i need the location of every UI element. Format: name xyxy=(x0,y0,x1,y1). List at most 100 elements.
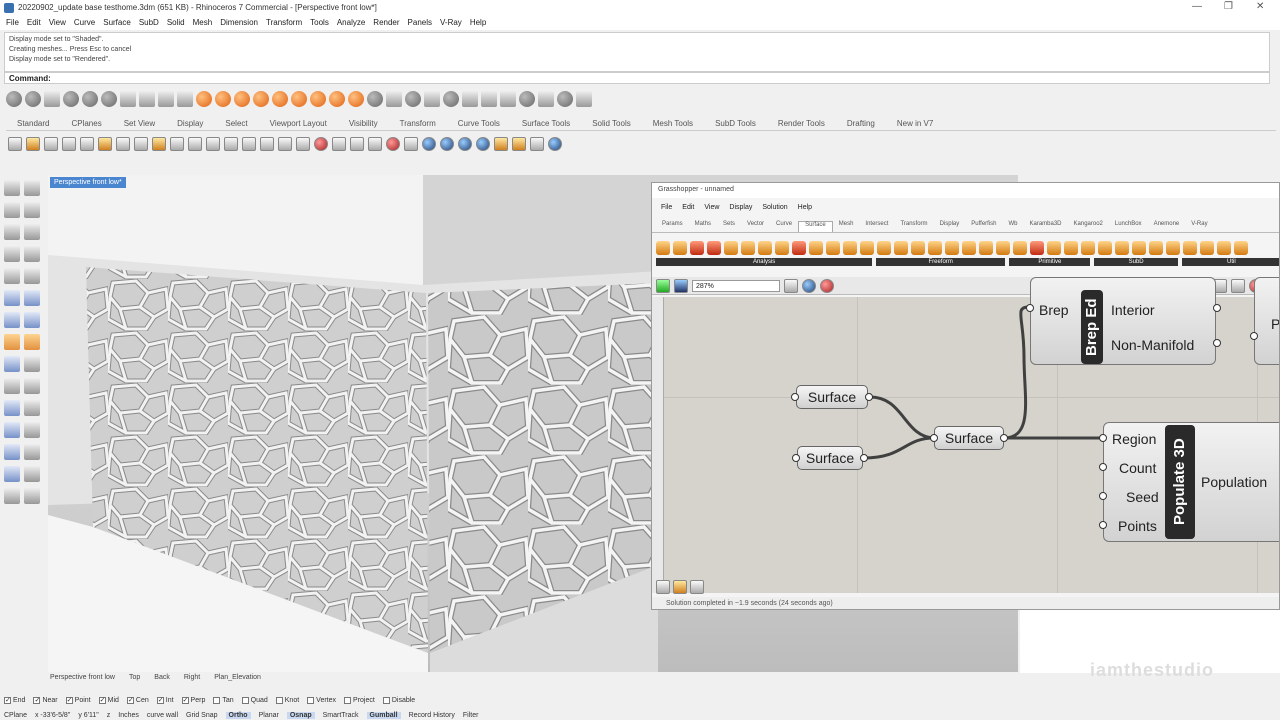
toolbar-tab[interactable]: Drafting xyxy=(836,119,886,128)
component-icon[interactable] xyxy=(945,241,959,255)
component-icon[interactable] xyxy=(656,241,670,255)
open-icon[interactable] xyxy=(656,278,670,293)
record-history-toggle[interactable]: Record History xyxy=(409,712,455,719)
redo-icon[interactable] xyxy=(188,137,202,151)
sketch-icon[interactable] xyxy=(820,278,834,293)
osnap-cen-checkbox[interactable]: ✓ Cen xyxy=(126,696,149,704)
component-icon[interactable] xyxy=(911,241,925,255)
component-icon[interactable] xyxy=(1149,241,1163,255)
fillet-icon[interactable] xyxy=(519,91,535,107)
minimize-button[interactable]: — xyxy=(1192,1,1202,12)
menu-item[interactable]: Dimension xyxy=(220,18,258,27)
maximize-button[interactable]: ❐ xyxy=(1224,1,1233,12)
sun-icon[interactable] xyxy=(329,91,345,107)
command-prompt[interactable]: Command: xyxy=(4,72,1270,84)
viewport-tab[interactable]: Right xyxy=(184,674,200,686)
shaded-display-icon[interactable] xyxy=(6,91,22,107)
osnap-int-checkbox[interactable]: ✓ Int xyxy=(156,696,174,704)
osnap-point-checkbox[interactable]: ✓ Point xyxy=(65,696,91,704)
component-icon[interactable] xyxy=(775,241,789,255)
checkbox-box[interactable] xyxy=(344,696,352,704)
toolbar-tab[interactable]: Curve Tools xyxy=(447,119,511,128)
grid-snap-toggle[interactable]: Grid Snap xyxy=(186,712,218,719)
component-icon[interactable] xyxy=(962,241,976,255)
volume-icon[interactable] xyxy=(707,241,721,255)
extrude-tool-icon[interactable] xyxy=(24,290,40,306)
array-icon[interactable] xyxy=(538,91,554,107)
component-icon[interactable] xyxy=(1030,241,1044,255)
grasshopper-canvas[interactable]: Surface Surface Surface Brep Brep Ed Int… xyxy=(664,277,1279,593)
cube-icon[interactable] xyxy=(424,91,440,107)
layer-label[interactable]: curve wall xyxy=(147,712,178,719)
osnap-quad-checkbox[interactable]: Quad xyxy=(241,696,268,704)
array-tool-icon[interactable] xyxy=(24,444,40,460)
checkbox-box[interactable]: ✓ xyxy=(4,696,11,704)
zoom-field[interactable]: 287% xyxy=(692,279,780,292)
checkbox-box[interactable] xyxy=(307,696,315,704)
paint-icon[interactable] xyxy=(404,137,418,151)
output-port[interactable] xyxy=(1000,434,1008,442)
component-icon[interactable] xyxy=(1047,241,1061,255)
camera-icon[interactable] xyxy=(367,91,383,107)
explode-icon[interactable] xyxy=(462,91,478,107)
grasshopper-tab[interactable]: Maths xyxy=(689,221,717,232)
output-port[interactable] xyxy=(1213,339,1221,347)
circle-icon[interactable] xyxy=(215,91,231,107)
viewport-title[interactable]: Perspective front low* xyxy=(50,177,126,188)
grasshopper-tab[interactable]: Pufferfish xyxy=(965,221,1002,232)
surface-tool-icon[interactable] xyxy=(4,290,20,306)
grasshopper-tab[interactable]: Surface xyxy=(798,221,833,232)
clipboard-icon[interactable] xyxy=(152,137,166,151)
toolbar-tab[interactable]: Render Tools xyxy=(767,119,836,128)
save-icon[interactable] xyxy=(674,278,688,293)
render-sphere-icon[interactable] xyxy=(458,137,472,151)
ellipse-tool-icon[interactable] xyxy=(4,246,20,262)
snap-tool-icon[interactable] xyxy=(673,580,687,594)
grasshopper-tab[interactable]: Kangaroo2 xyxy=(1068,221,1109,232)
target-icon[interactable] xyxy=(310,91,326,107)
component-icon[interactable] xyxy=(979,241,993,255)
filter-toggle[interactable]: Filter xyxy=(463,712,479,719)
component-icon[interactable] xyxy=(1081,241,1095,255)
checkbox-box[interactable] xyxy=(382,696,390,704)
print-icon[interactable] xyxy=(62,137,76,151)
toolbar-tab[interactable]: Set View xyxy=(113,119,166,128)
grasshopper-menu-item[interactable]: Help xyxy=(798,204,812,216)
grasshopper-menu-item[interactable]: Display xyxy=(729,204,752,216)
input-port[interactable] xyxy=(1250,332,1258,340)
input-port[interactable] xyxy=(791,393,799,401)
text-tool-icon[interactable] xyxy=(24,268,40,284)
grasshopper-window[interactable]: Grasshopper - unnamed File Edit View Displa… xyxy=(651,182,1280,610)
grasshopper-tab[interactable]: Display xyxy=(934,221,966,232)
osnap-toggle[interactable]: Osnap xyxy=(286,711,315,719)
mirror-tool-icon[interactable] xyxy=(4,444,20,460)
render-tool-icon[interactable] xyxy=(24,488,40,504)
osnap-end-checkbox[interactable]: ✓ End xyxy=(4,696,25,704)
cplane-icon[interactable] xyxy=(314,137,328,151)
frame-icon[interactable] xyxy=(177,91,193,107)
properties-icon[interactable] xyxy=(80,137,94,151)
undo-icon[interactable] xyxy=(170,137,184,151)
vray-icon[interactable] xyxy=(494,137,508,151)
select-icon[interactable] xyxy=(332,137,346,151)
menu-item[interactable]: Help xyxy=(470,18,486,27)
box-icon[interactable] xyxy=(386,91,402,107)
toolbar-tab[interactable]: Solid Tools xyxy=(581,119,642,128)
panel-icon[interactable] xyxy=(120,91,136,107)
brep-edges-component[interactable]: Brep Brep Ed Interior Non-Manifold xyxy=(1030,277,1216,365)
cut-icon[interactable] xyxy=(116,137,130,151)
zoom-icon[interactable] xyxy=(82,91,98,107)
mesh-tool-icon[interactable] xyxy=(4,334,20,350)
grasshopper-tab[interactable]: Wb xyxy=(1003,221,1024,232)
output-port[interactable] xyxy=(865,393,873,401)
checkbox-box[interactable] xyxy=(275,696,283,704)
menu-item[interactable]: Curve xyxy=(74,18,95,27)
viewport-tab[interactable]: Top xyxy=(129,674,140,686)
toolbar-tab[interactable]: Mesh Tools xyxy=(642,119,704,128)
color-wheel-icon[interactable] xyxy=(422,137,436,151)
zoom-window-icon[interactable] xyxy=(242,137,256,151)
panel-label[interactable]: Freeform xyxy=(876,258,1006,266)
lightbulb-icon[interactable] xyxy=(368,137,382,151)
menu-item[interactable]: Surface xyxy=(103,18,131,27)
component-icon[interactable] xyxy=(1234,241,1248,255)
